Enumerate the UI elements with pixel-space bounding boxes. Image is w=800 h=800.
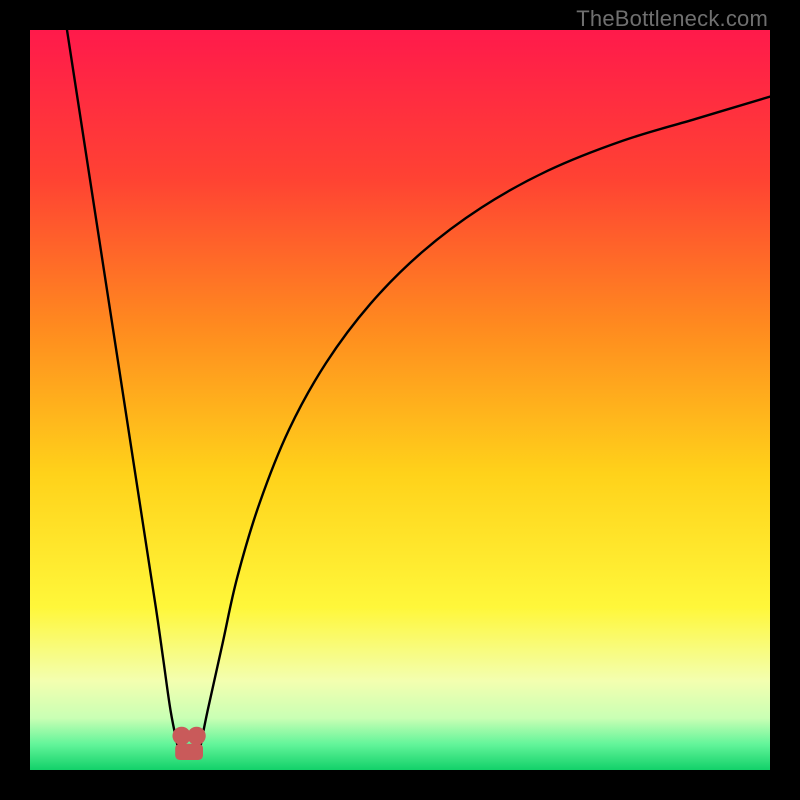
gradient-background bbox=[30, 30, 770, 770]
valley-marker-base bbox=[175, 744, 203, 760]
valley-marker-lobe bbox=[187, 727, 205, 745]
bottleneck-chart bbox=[30, 30, 770, 770]
watermark-text: TheBottleneck.com bbox=[576, 6, 768, 32]
chart-frame bbox=[30, 30, 770, 770]
